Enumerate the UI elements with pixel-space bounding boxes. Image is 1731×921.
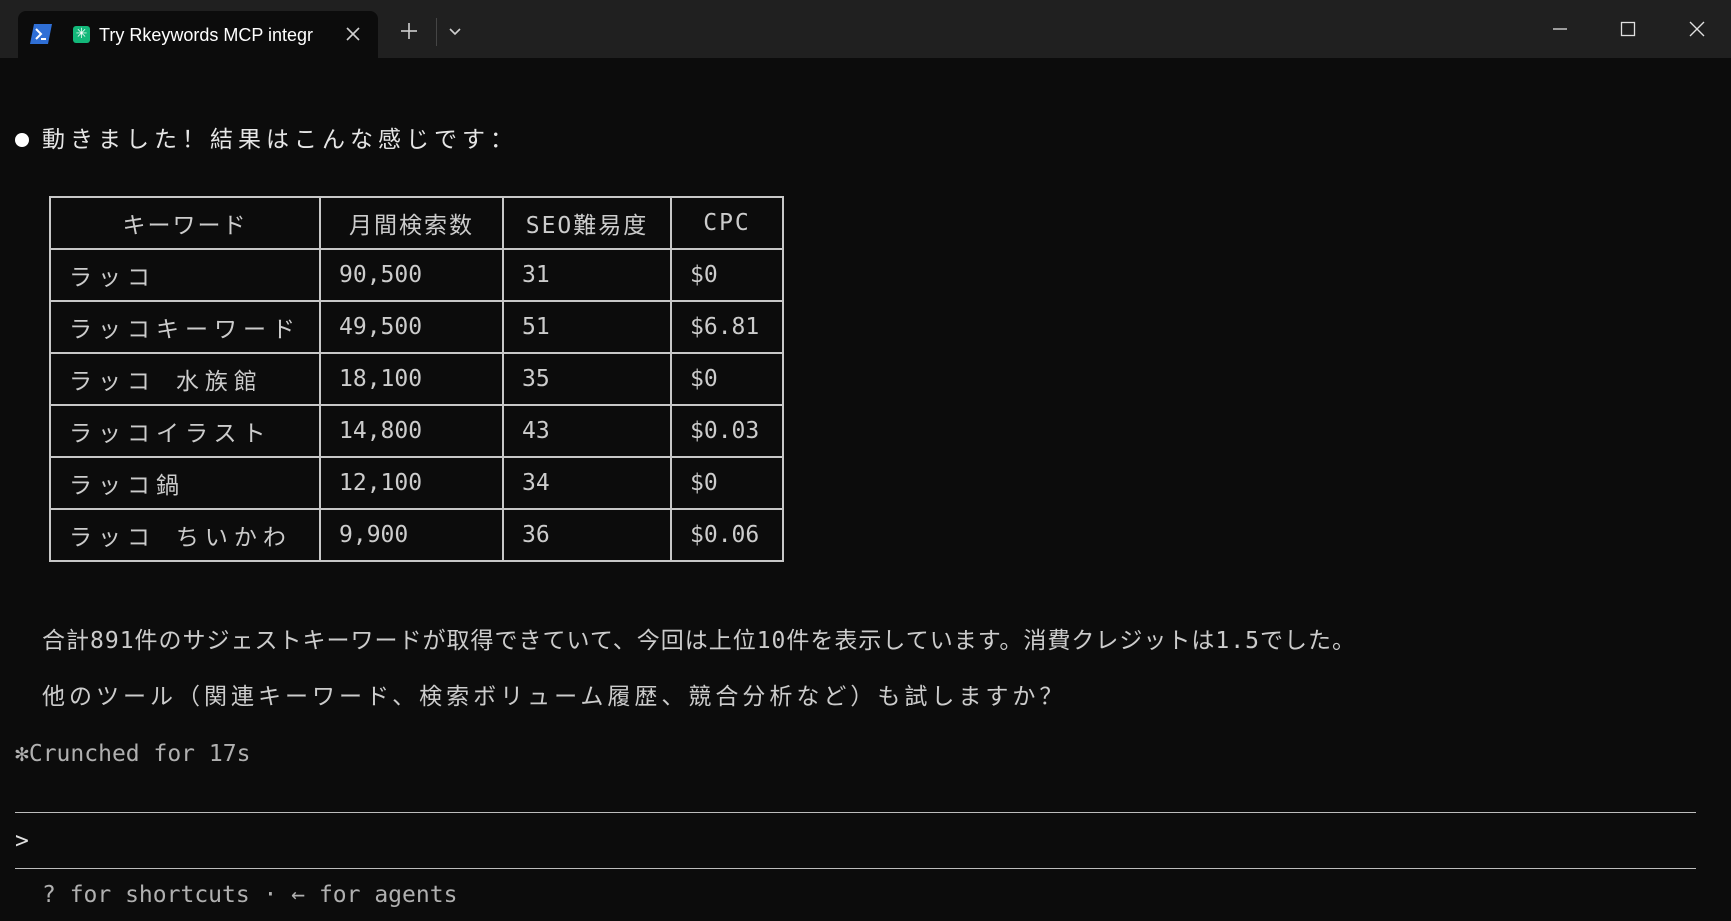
cell-seo-difficulty: 51	[502, 300, 672, 354]
cell-monthly-searches: 18,100	[319, 352, 504, 406]
cell-cpc: $0	[670, 352, 784, 406]
header-keyword: キーワード	[49, 196, 321, 250]
status-text: Crunched for 17s	[28, 741, 251, 767]
message-heading: 動きました！結果はこんな感じです：	[42, 127, 518, 153]
maximize-icon	[1620, 21, 1636, 37]
shortcut-hint: ? for shortcuts · ← for agents	[42, 882, 458, 908]
chevron-down-icon[interactable]	[447, 24, 463, 40]
table-header-row: キーワード 月間検索数 SEO難易度 CPC	[49, 196, 784, 250]
tab-title: Try Rkeywords MCP integr	[99, 25, 314, 45]
minimize-button[interactable]	[1526, 0, 1594, 58]
cell-cpc: $0.03	[670, 404, 784, 458]
cell-seo-difficulty: 36	[502, 508, 672, 562]
keyword-table: キーワード 月間検索数 SEO難易度 CPC ラッコ 90,500 31 $0 …	[49, 196, 784, 562]
asterisk-spinner-icon: ✻	[15, 741, 29, 767]
cell-keyword: ラッコ	[49, 248, 321, 302]
cell-cpc: $6.81	[670, 300, 784, 354]
close-icon	[1689, 21, 1705, 37]
table-row: ラッコ 水族館 18,100 35 $0	[49, 352, 784, 406]
cell-cpc: $0.06	[670, 508, 784, 562]
terminal-tab[interactable]: ✳ Try Rkeywords MCP integr	[18, 11, 378, 58]
summary-text: 合計891件のサジェストキーワードが取得できていて、今回は上位10件を表示してい…	[42, 628, 1356, 654]
cell-keyword: ラッコ鍋	[49, 456, 321, 510]
cell-keyword: ラッコキーワード	[49, 300, 321, 354]
cell-monthly-searches: 90,500	[319, 248, 504, 302]
cell-seo-difficulty: 34	[502, 456, 672, 510]
asterisk-app-icon: ✳	[73, 26, 90, 43]
tab-separator	[436, 18, 437, 46]
cell-seo-difficulty: 31	[502, 248, 672, 302]
table-row: ラッコ 90,500 31 $0	[49, 248, 784, 302]
minimize-icon	[1553, 28, 1567, 30]
table-row: ラッコキーワード 49,500 51 $6.81	[49, 300, 784, 354]
tab-close-icon[interactable]	[345, 26, 361, 42]
prompt-bottom-divider	[15, 868, 1696, 869]
header-seo-difficulty: SEO難易度	[502, 196, 672, 250]
table-row: ラッコ ちいかわ 9,900 36 $0.06	[49, 508, 784, 562]
table-row: ラッコ鍋 12,100 34 $0	[49, 456, 784, 510]
close-window-button[interactable]	[1663, 0, 1731, 58]
cell-keyword: ラッコイラスト	[49, 404, 321, 458]
cell-keyword: ラッコ ちいかわ	[49, 508, 321, 562]
cell-cpc: $0	[670, 456, 784, 510]
cell-monthly-searches: 49,500	[319, 300, 504, 354]
cell-monthly-searches: 14,800	[319, 404, 504, 458]
cell-cpc: $0	[670, 248, 784, 302]
follow-up-question: 他のツール（関連キーワード、検索ボリューム履歴、競合分析など）も試しますか？	[42, 684, 1067, 710]
cell-monthly-searches: 9,900	[319, 508, 504, 562]
prompt-input[interactable]: >	[15, 815, 1696, 865]
title-bar: ✳ Try Rkeywords MCP integr	[0, 0, 1731, 58]
cell-monthly-searches: 12,100	[319, 456, 504, 510]
header-cpc: CPC	[670, 196, 784, 250]
cell-seo-difficulty: 43	[502, 404, 672, 458]
terminal-output: 動きました！結果はこんな感じです： キーワード 月間検索数 SEO難易度 CPC…	[0, 58, 1731, 921]
table-row: ラッコイラスト 14,800 43 $0.03	[49, 404, 784, 458]
cell-keyword: ラッコ 水族館	[49, 352, 321, 406]
header-monthly-searches: 月間検索数	[319, 196, 504, 250]
maximize-button[interactable]	[1594, 0, 1662, 58]
powershell-icon	[30, 24, 52, 44]
prompt-top-divider	[15, 812, 1696, 813]
status-line: ✻Crunched for 17s	[15, 739, 250, 769]
message-bullet-icon	[15, 133, 29, 147]
cell-seo-difficulty: 35	[502, 352, 672, 406]
prompt-caret: >	[15, 828, 29, 854]
new-tab-plus-icon[interactable]	[398, 20, 420, 42]
